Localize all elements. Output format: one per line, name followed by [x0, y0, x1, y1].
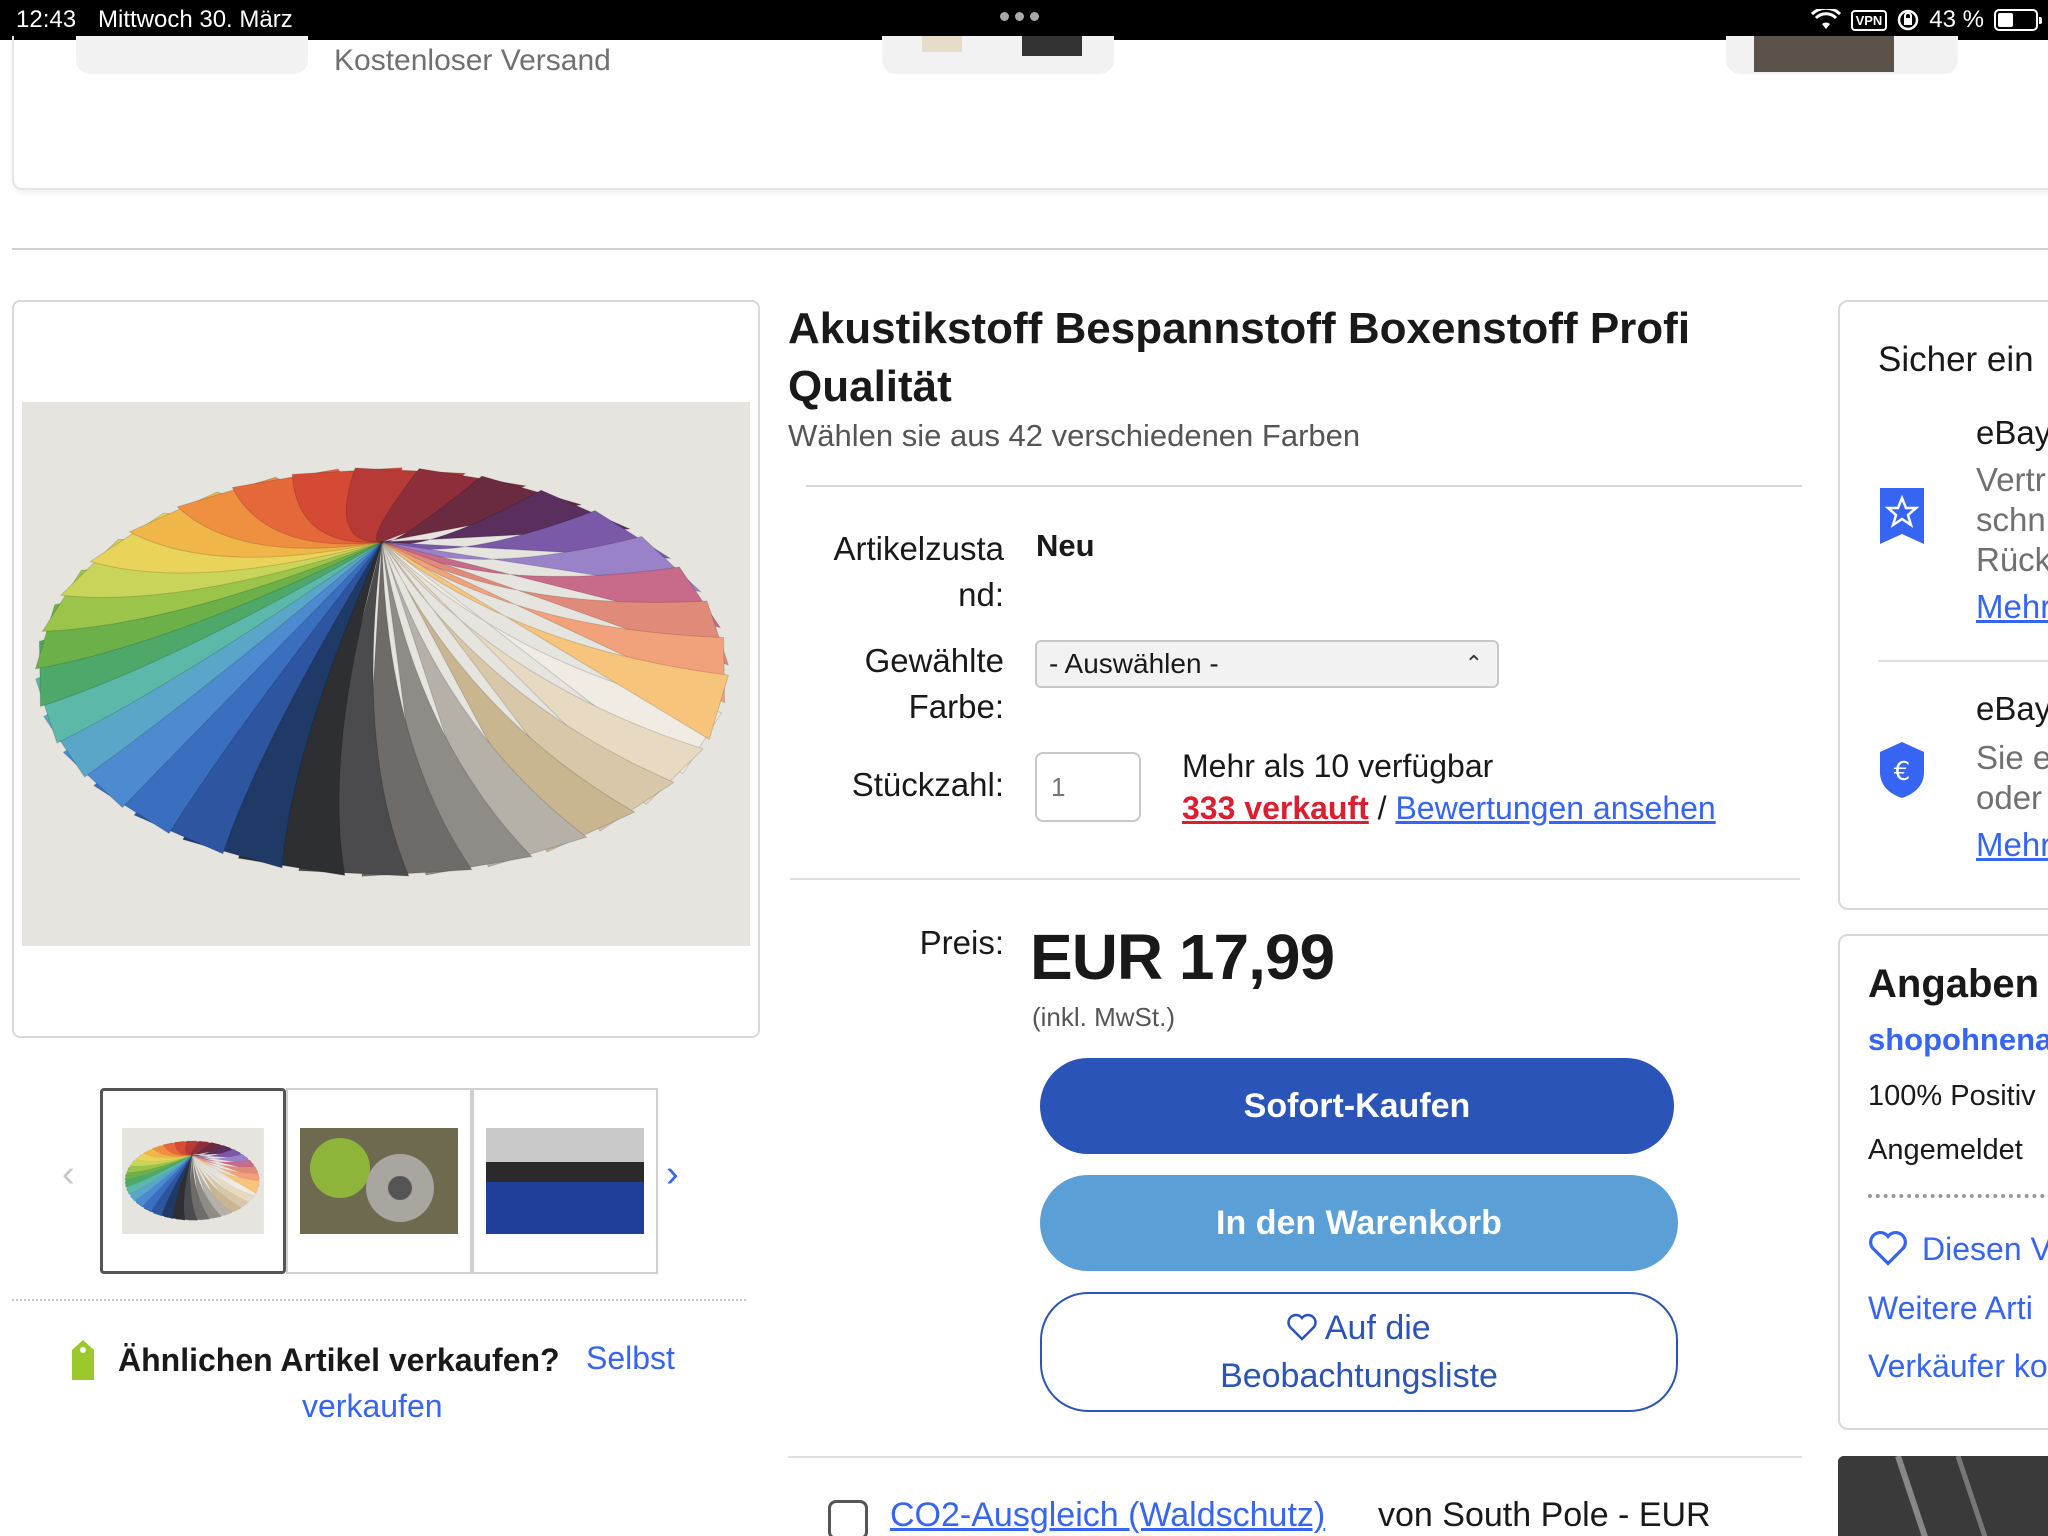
orientation-lock-icon: [1898, 9, 1919, 31]
promo-image[interactable]: [1838, 1456, 2048, 1536]
quantity-label: Stückzahl:: [851, 766, 1004, 803]
protection-item1-more-link[interactable]: Mehr: [1976, 588, 2048, 626]
status-time: 12:43: [16, 6, 77, 33]
sold-line: 333 verkauft / Bewertungen ansehen: [1182, 790, 1716, 827]
sell-similar-question: Ähnlichen Artikel verkaufen?: [118, 1342, 560, 1378]
multitasking-dots-icon[interactable]: [1000, 12, 1048, 26]
main-product-image[interactable]: [22, 402, 750, 946]
product-subtitle: Wählen sie aus 42 verschiedenen Farben: [788, 418, 1361, 453]
price-tag-icon: [72, 1340, 94, 1380]
availability-text: Mehr als 10 verfügbar: [1182, 748, 1494, 784]
heart-icon: [1869, 1231, 1907, 1266]
color-select-value: - Auswählen -: [1049, 648, 1219, 679]
carousel-item-image[interactable]: [1726, 36, 1958, 74]
divider: [788, 1456, 1802, 1458]
carousel-item-image[interactable]: [882, 36, 1114, 74]
wifi-icon: [1810, 9, 1841, 29]
status-icons: VPN 43 %: [1810, 4, 2048, 36]
divider: [12, 1299, 746, 1301]
heart-icon: [1287, 1313, 1318, 1341]
seller-heading: Angaben: [1868, 962, 2040, 1006]
divider: [12, 248, 2048, 250]
divider: [1878, 660, 2048, 662]
buy-now-button[interactable]: Sofort-Kaufen: [1040, 1058, 1674, 1154]
divider: [1868, 1194, 2048, 1198]
svg-text:€: €: [1894, 757, 1911, 787]
protection-item2-line: oder: [1976, 779, 2043, 816]
image-gallery: [12, 300, 760, 1038]
chevron-updown-icon: ⌃: [1464, 651, 1483, 676]
seller-name-link[interactable]: shopohnena: [1868, 1022, 2048, 1058]
vpn-badge: VPN: [1850, 9, 1888, 31]
seller-registered: Angemeldet: [1868, 1134, 2023, 1166]
co2-link[interactable]: CO2-Ausgleich (Waldschutz): [890, 1496, 1325, 1535]
price-label: Preis:: [919, 924, 1004, 961]
color-label: Gewählte Farbe:: [864, 642, 1004, 725]
contact-seller-link[interactable]: Verkäufer ko: [1868, 1348, 2048, 1385]
divider: [806, 485, 1802, 487]
divider: [790, 878, 1800, 880]
protection-item1-line: schn: [1976, 501, 2046, 538]
add-to-cart-button[interactable]: In den Warenkorb: [1040, 1175, 1678, 1271]
status-date: Mittwoch 30. März: [98, 6, 293, 33]
sold-count-link[interactable]: 333 verkauft: [1182, 790, 1369, 826]
protection-item1-line: Rück: [1976, 541, 2048, 578]
thumbnail-1[interactable]: [100, 1088, 286, 1274]
quantity-input[interactable]: [1035, 752, 1141, 822]
protection-item1-title: eBay: [1976, 414, 2048, 451]
condition-value: Neu: [1036, 528, 1095, 563]
free-shipping-text: Kostenloser Versand: [334, 44, 611, 77]
sell-yourself-link-cont[interactable]: verkaufen: [302, 1382, 443, 1430]
seller-feedback: 100% Positiv: [1868, 1080, 2036, 1112]
battery-percent: 43 %: [1929, 6, 1984, 33]
seller-info-card: Angaben shopohnena 100% Positiv Angemeld…: [1838, 934, 2048, 1430]
vat-note: (inkl. MwSt.): [1032, 1002, 1175, 1032]
gallery-prev-arrow-icon[interactable]: ‹: [62, 1155, 75, 1193]
star-badge-icon: [1880, 488, 1924, 544]
protection-item2-line: Sie e: [1976, 739, 2048, 776]
thumbnail-3[interactable]: [472, 1088, 658, 1274]
save-seller-link[interactable]: Diesen V: [1868, 1230, 2048, 1268]
protection-heading: Sicher ein: [1878, 340, 2034, 379]
condition-label: Artikelzusta nd:: [833, 530, 1004, 613]
add-to-watchlist-button[interactable]: Auf die Beobachtungsliste: [1040, 1292, 1678, 1412]
co2-text: von South Pole - EUR: [1378, 1496, 1711, 1534]
color-select[interactable]: - Auswählen - ⌃: [1035, 640, 1499, 688]
sold-separator: /: [1377, 790, 1387, 826]
carousel-item-image[interactable]: [76, 36, 308, 74]
co2-checkbox[interactable]: [828, 1500, 868, 1536]
buyer-protection-card: Sicher ein eBay Vertr schn Rück Mehr € e…: [1838, 300, 2048, 910]
thumbnail-2[interactable]: [286, 1088, 472, 1274]
protection-item2-more-link[interactable]: Mehr: [1976, 826, 2048, 864]
watchlist-label-1: Auf die: [1324, 1309, 1431, 1347]
protection-item2-title: eBay: [1976, 690, 2048, 727]
thumbnail-strip: [100, 1088, 658, 1274]
protection-item1-line: Vertr: [1976, 461, 2046, 498]
status-bar: 12:43 Mittwoch 30. März VPN 43 %: [0, 0, 2048, 40]
price-value: EUR 17,99: [1030, 921, 1335, 993]
battery-icon: [1994, 9, 2042, 31]
more-items-link[interactable]: Weitere Arti: [1868, 1290, 2033, 1327]
product-title: Akustikstoff Bespannstoff Boxenstoff Pro…: [788, 304, 1691, 411]
sell-yourself-link[interactable]: Selbst: [586, 1334, 675, 1382]
watchlist-label-2: Beobachtungsliste: [1220, 1357, 1498, 1395]
reviews-link[interactable]: Bewertungen ansehen: [1395, 790, 1715, 826]
gallery-next-arrow-icon[interactable]: ›: [666, 1155, 679, 1193]
euro-shield-icon: €: [1880, 742, 1924, 798]
